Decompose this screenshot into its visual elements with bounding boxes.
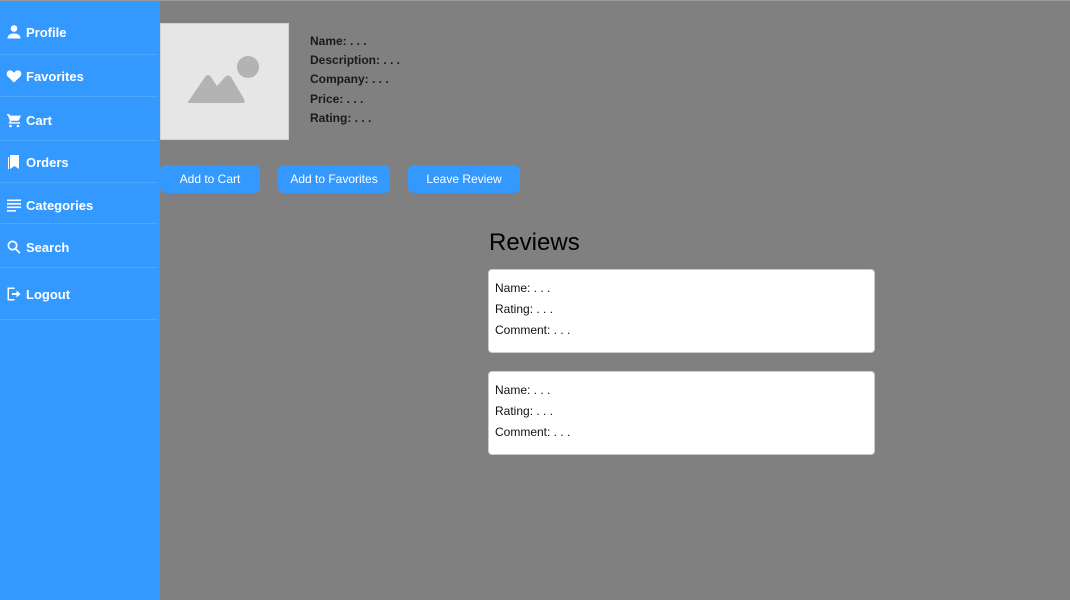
review-rating: Rating: . . . <box>495 302 554 316</box>
review-card: Name: . . . Rating: . . . Comment: . . . <box>488 371 875 455</box>
review-rating: Rating: . . . <box>495 404 554 418</box>
sidebar-item-categories[interactable]: Categories <box>0 196 158 214</box>
review-card: Name: . . . Rating: . . . Comment: . . . <box>488 269 875 353</box>
list-icon <box>6 197 22 213</box>
sidebar-item-logout[interactable]: Logout <box>0 285 158 303</box>
leave-review-button[interactable]: Leave Review <box>408 165 520 193</box>
product-name: Name: . . . <box>310 34 367 48</box>
sidebar-item-label: Search <box>26 239 70 255</box>
sidebar-divider <box>0 319 158 320</box>
sidebar-item-label: Categories <box>26 197 94 213</box>
sidebar-item-label: Logout <box>26 286 71 302</box>
review-comment: Comment: . . . <box>495 425 571 439</box>
add-to-favorites-button[interactable]: Add to Favorites <box>278 165 390 193</box>
cart-icon <box>6 112 22 128</box>
product-company: Company: . . . <box>310 72 389 87</box>
product-description: Description: . . . <box>310 53 401 68</box>
sidebar-item-label: Favorites <box>26 68 84 84</box>
sidebar-item-label: Orders <box>26 154 69 170</box>
bookmark-icon <box>6 154 22 170</box>
app-window: Profile Favorites Cart Orders Categories… <box>0 0 1070 600</box>
sidebar-item-search[interactable]: Search <box>0 238 158 256</box>
review-name: Name: . . . <box>495 383 551 397</box>
person-icon <box>6 24 22 40</box>
sidebar-divider <box>0 223 158 224</box>
add-to-cart-button[interactable]: Add to Cart <box>160 165 260 193</box>
image-placeholder-icon <box>187 55 259 103</box>
sidebar-divider <box>0 140 158 141</box>
product-price: Price: . . . <box>310 91 364 106</box>
sidebar-divider <box>0 54 158 55</box>
reviews-heading: Reviews <box>489 229 580 256</box>
product-rating: Rating: . . . <box>310 110 372 125</box>
search-icon <box>6 239 22 255</box>
sidebar-item-cart[interactable]: Cart <box>0 111 158 129</box>
sidebar-item-label: Profile <box>26 24 67 40</box>
sidebar-item-label: Cart <box>26 112 53 128</box>
logout-icon <box>6 286 22 302</box>
review-name: Name: . . . <box>495 281 551 295</box>
product-details: Name: . . . Description: . . . Company: … <box>310 34 400 130</box>
product-image <box>160 23 289 140</box>
sidebar: Profile Favorites Cart Orders Categories… <box>0 1 160 600</box>
sidebar-divider <box>0 182 158 183</box>
review-comment: Comment: . . . <box>495 323 571 337</box>
sidebar-item-profile[interactable]: Profile <box>0 23 158 41</box>
sidebar-divider <box>0 96 158 97</box>
sidebar-divider <box>0 267 158 268</box>
sidebar-item-orders[interactable]: Orders <box>0 153 158 171</box>
heart-icon <box>6 68 22 84</box>
sidebar-item-favorites[interactable]: Favorites <box>0 67 158 85</box>
